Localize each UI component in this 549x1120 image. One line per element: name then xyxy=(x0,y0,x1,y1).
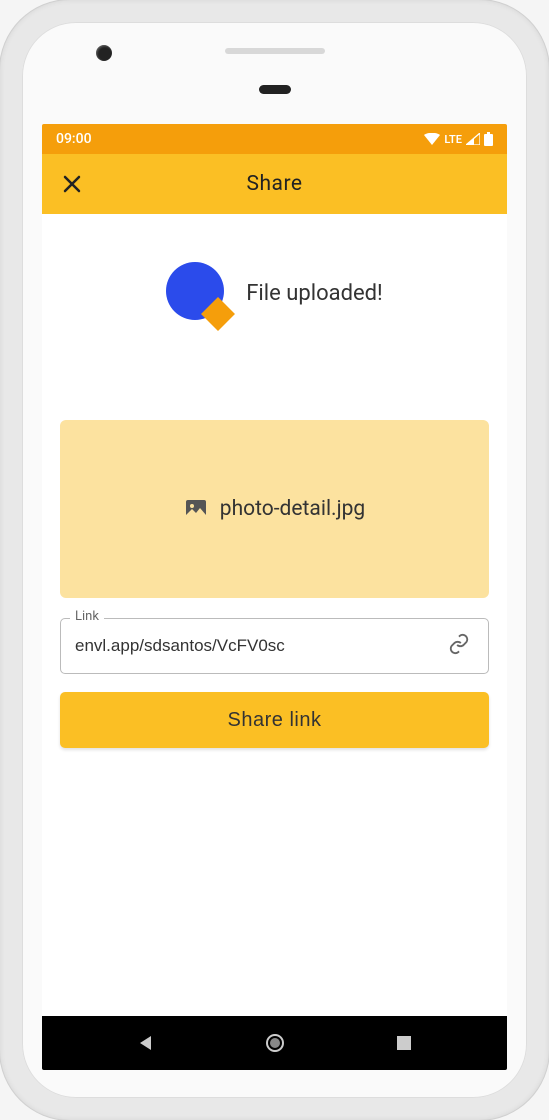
circle-home-icon xyxy=(265,1033,285,1053)
wifi-icon xyxy=(424,133,440,145)
status-time: 09:00 xyxy=(56,131,92,147)
file-name: photo-detail.jpg xyxy=(220,497,365,521)
close-button[interactable] xyxy=(60,172,84,196)
file-card: photo-detail.jpg xyxy=(60,420,489,598)
phone-inner: 09:00 LTE Share xyxy=(22,22,527,1098)
copy-link-button[interactable] xyxy=(444,629,474,663)
link-field-label: Link xyxy=(70,609,104,624)
content: File uploaded! photo-detail.jpg Link xyxy=(42,214,507,748)
link-field: Link xyxy=(60,618,489,674)
triangle-back-icon xyxy=(137,1034,155,1052)
nav-recent-button[interactable] xyxy=(396,1035,412,1051)
link-icon xyxy=(448,633,470,655)
upload-success-icon xyxy=(166,262,228,324)
close-icon xyxy=(63,175,81,193)
square-recent-icon xyxy=(396,1035,412,1051)
image-icon xyxy=(184,497,208,521)
battery-icon xyxy=(484,132,493,146)
signal-icon xyxy=(466,133,480,145)
phone-speaker xyxy=(225,48,325,54)
upload-status-text: File uploaded! xyxy=(246,281,382,306)
share-link-button[interactable]: Share link xyxy=(60,692,489,748)
link-input-wrap xyxy=(60,618,489,674)
nav-back-button[interactable] xyxy=(137,1034,155,1052)
network-label: LTE xyxy=(444,133,462,146)
phone-camera xyxy=(96,45,112,61)
link-input[interactable] xyxy=(75,636,436,656)
nav-home-button[interactable] xyxy=(265,1033,285,1053)
status-icons: LTE xyxy=(424,132,493,146)
status-bar: 09:00 LTE xyxy=(42,124,507,154)
app-bar: Share xyxy=(42,154,507,214)
upload-status: File uploaded! xyxy=(42,214,507,384)
phone-sensor xyxy=(259,85,291,94)
app-bar-title: Share xyxy=(42,172,507,196)
android-nav-bar xyxy=(42,1016,507,1070)
phone-frame: 09:00 LTE Share xyxy=(0,0,549,1120)
screen: 09:00 LTE Share xyxy=(42,124,507,1070)
